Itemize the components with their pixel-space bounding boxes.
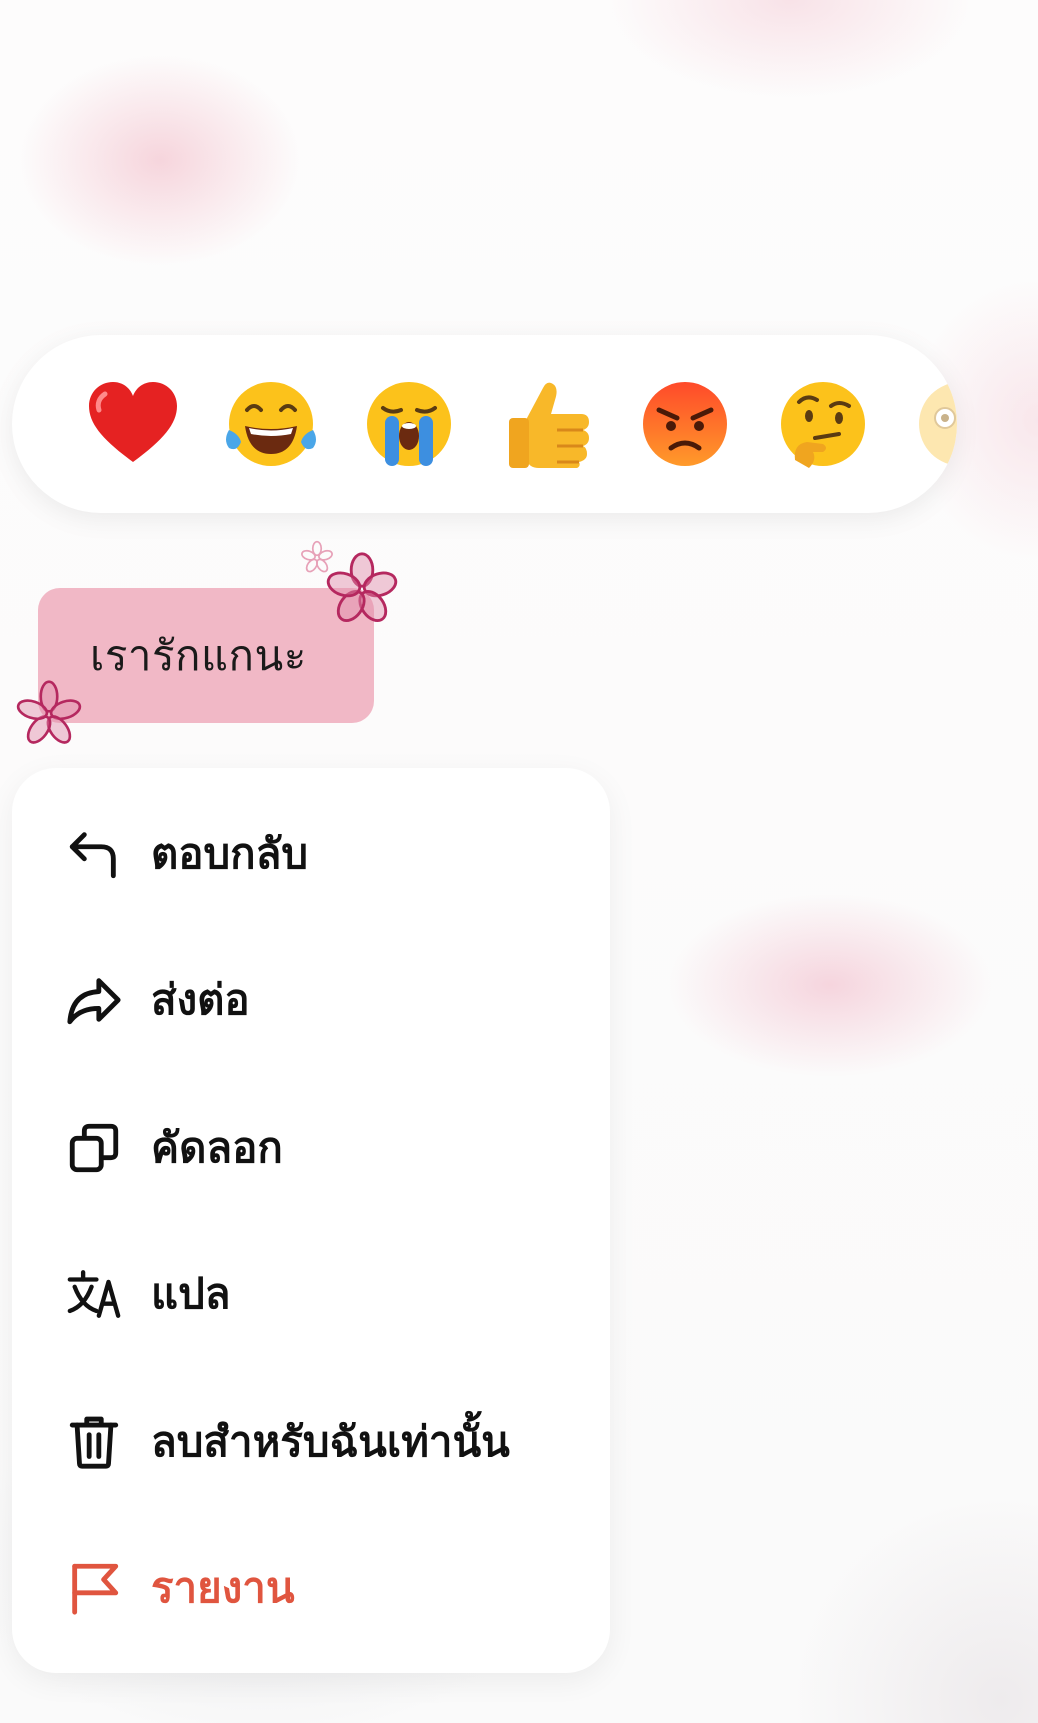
forward-menu-item[interactable]: ส่งต่อ (12, 940, 610, 1060)
translate-menu-item[interactable]: แปล (12, 1234, 610, 1354)
message-text: เรารักแกนะ (90, 630, 307, 680)
reaction-bar (12, 335, 957, 513)
message-actions-menu: ตอบกลับ ส่งต่อ คัดลอก แปล ลบสำหรับฉันเท่… (12, 768, 610, 1673)
flower-icon (326, 552, 398, 623)
thumbs-up-emoji[interactable] (492, 369, 602, 479)
trash-icon (64, 1412, 124, 1472)
reply-menu-item[interactable]: ตอบกลับ (12, 794, 610, 914)
reply-label: ตอบกลับ (151, 829, 308, 878)
copy-label: คัดลอก (151, 1123, 283, 1172)
delete-for-me-menu-item[interactable]: ลบสำหรับฉันเท่านั้น (12, 1382, 610, 1502)
copy-icon (64, 1118, 124, 1178)
thinking-emoji[interactable] (768, 369, 878, 479)
forward-icon (64, 970, 124, 1030)
angry-emoji[interactable] (630, 369, 740, 479)
copy-menu-item[interactable]: คัดลอก (12, 1088, 610, 1208)
astonished-emoji[interactable] (906, 369, 957, 479)
delete-for-me-label: ลบสำหรับฉันเท่านั้น (151, 1417, 510, 1466)
heart-icon[interactable] (78, 369, 188, 479)
reply-icon (64, 824, 124, 884)
flag-icon (64, 1558, 124, 1618)
translate-label: แปล (151, 1269, 231, 1318)
tears-of-joy-emoji[interactable] (216, 369, 326, 479)
report-menu-item[interactable]: รายงาน (12, 1528, 610, 1648)
flower-icon (16, 680, 82, 744)
crying-emoji[interactable] (354, 369, 464, 479)
forward-label: ส่งต่อ (151, 975, 250, 1024)
translate-icon (64, 1264, 124, 1324)
report-label: รายงาน (151, 1563, 295, 1612)
message-bubble[interactable]: เรารักแกนะ (38, 588, 374, 723)
